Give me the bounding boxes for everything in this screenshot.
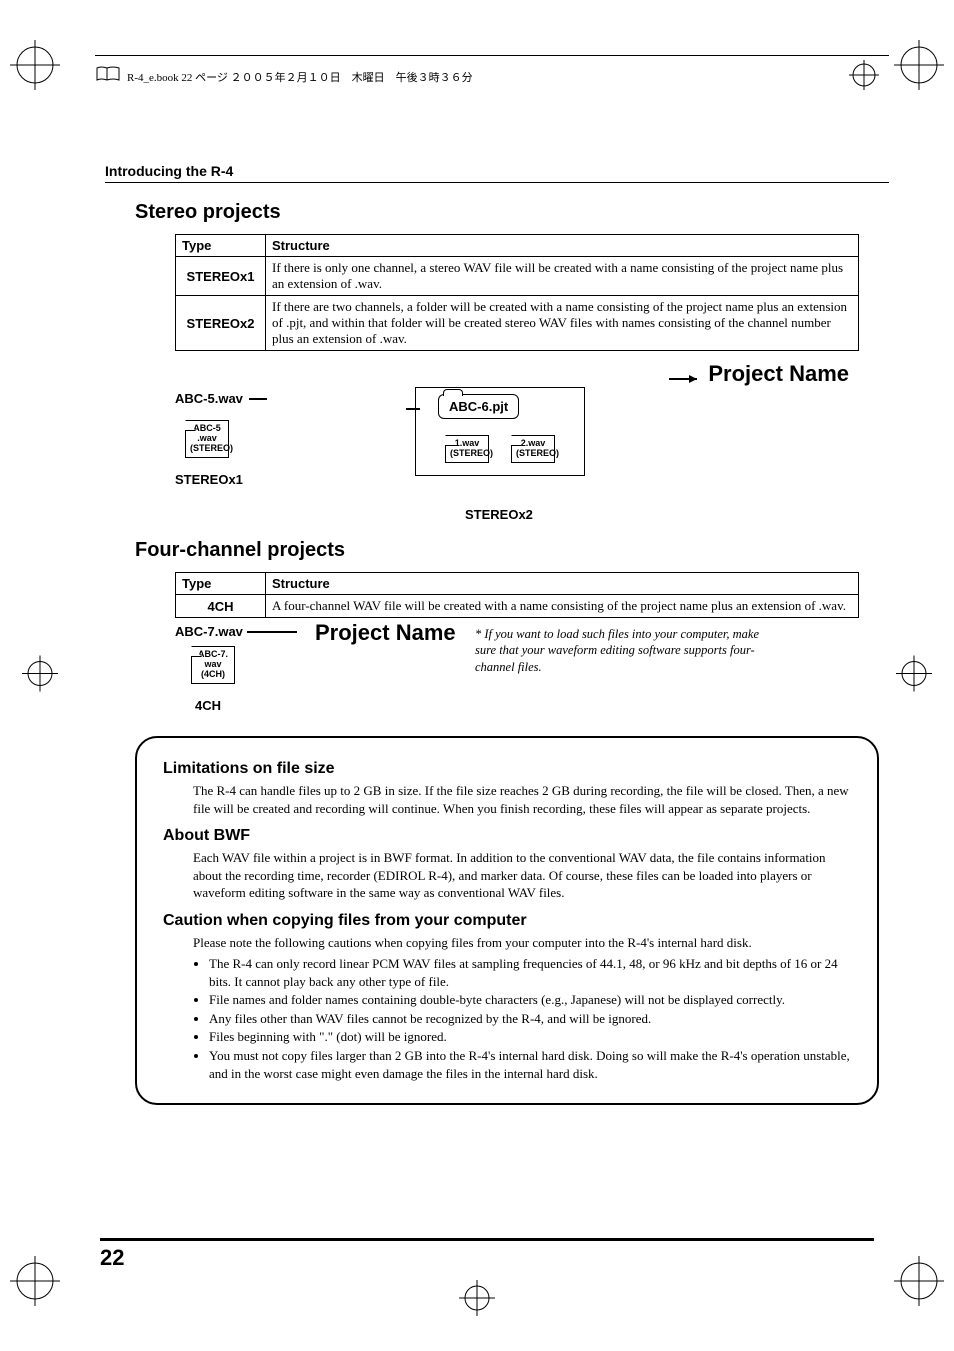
crop-mark-icon <box>896 655 932 696</box>
footnote: * If you want to load such files into yo… <box>475 626 775 675</box>
section-title-4ch: Four-channel projects <box>135 539 879 562</box>
crosshair-icon <box>849 60 879 93</box>
th-type: Type <box>176 573 266 595</box>
footer-rule <box>100 1238 874 1241</box>
crop-mark-icon <box>894 1256 944 1311</box>
body-text: Each WAV file within a project is in BWF… <box>193 849 851 902</box>
bullet-item: Any files other than WAV files cannot be… <box>209 1010 851 1028</box>
bullet-item: You must not copy files larger than 2 GB… <box>209 1047 851 1082</box>
subheading: About BWF <box>163 827 851 845</box>
subheading: Limitations on file size <box>163 760 851 778</box>
body-text: Please note the following cautions when … <box>193 934 851 952</box>
file-icon: ABC-7. wav (4CH) <box>191 646 235 684</box>
file-icon: 1.wav (STEREO) <box>445 435 489 463</box>
4ch-table: Type Structure 4CH A four-channel WAV fi… <box>175 572 859 618</box>
bullet-item: File names and folder names containing d… <box>209 991 851 1009</box>
project-name-label: Project Name <box>315 620 456 646</box>
subheading: Caution when copying files from your com… <box>163 912 851 930</box>
arrow-icon <box>669 373 699 385</box>
cell-structure: A four-channel WAV file will be created … <box>266 595 859 618</box>
bullet-list: The R-4 can only record linear PCM WAV f… <box>209 955 851 1082</box>
connector-icon <box>247 628 297 636</box>
cell-type: STEREOx2 <box>176 296 266 351</box>
cell-type: 4CH <box>176 595 266 618</box>
diagram-caption: STEREOx2 <box>465 507 533 522</box>
diagram-caption: STEREOx1 <box>175 472 267 487</box>
note-box: Limitations on file size The R-4 can han… <box>135 736 879 1105</box>
stereo-table: Type Structure STEREOx1 If there is only… <box>175 234 859 351</box>
cell-type: STEREOx1 <box>176 257 266 296</box>
folder-icon: ABC-6.pjt <box>438 394 519 419</box>
diagram-label: ABC-5.wav <box>175 391 243 406</box>
th-structure: Structure <box>266 573 859 595</box>
th-structure: Structure <box>266 235 859 257</box>
project-name-label: Project Name <box>708 361 849 387</box>
print-header: R-4_e.book 22 ページ ２００５年２月１０日 木曜日 午後３時３６分 <box>127 69 473 85</box>
crop-mark-icon <box>22 655 58 696</box>
crop-mark-icon <box>10 1256 60 1311</box>
diagram-label: ABC-7.wav <box>175 624 243 639</box>
file-icon: ABC-5 .wav (STEREO) <box>185 420 229 458</box>
running-header: Introducing the R-4 <box>105 163 889 183</box>
file-icon: 2.wav (STEREO) <box>511 435 555 463</box>
page-number: 22 <box>100 1245 874 1271</box>
crop-mark-icon <box>894 40 944 95</box>
bullet-item: Files beginning with "." (dot) will be i… <box>209 1028 851 1046</box>
body-text: The R-4 can handle files up to 2 GB in s… <box>193 782 851 817</box>
cell-structure: If there is only one channel, a stereo W… <box>266 257 859 296</box>
book-icon <box>95 66 121 87</box>
bullet-item: The R-4 can only record linear PCM WAV f… <box>209 955 851 990</box>
connector-icon <box>249 394 267 404</box>
th-type: Type <box>176 235 266 257</box>
connector-icon <box>406 400 420 418</box>
crop-mark-icon <box>10 40 60 95</box>
cell-structure: If there are two channels, a folder will… <box>266 296 859 351</box>
diagram-caption: 4CH <box>195 698 221 713</box>
section-title-stereo: Stereo projects <box>135 201 879 224</box>
